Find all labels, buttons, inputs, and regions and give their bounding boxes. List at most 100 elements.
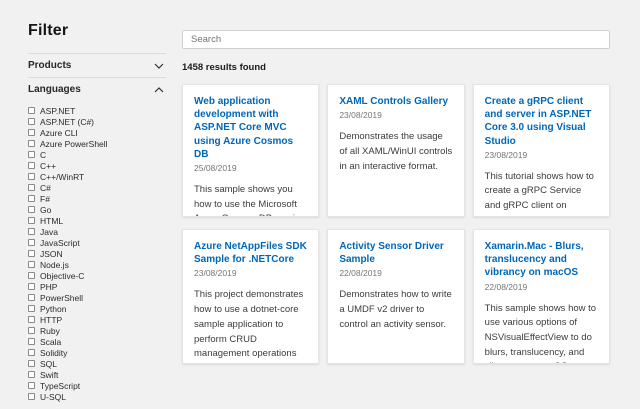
checkbox-unchecked[interactable] [28,228,35,235]
checkbox-unchecked[interactable] [28,162,35,169]
language-label: HTML [40,216,63,226]
language-filter-option[interactable]: PHP [28,281,166,292]
checkbox-unchecked[interactable] [28,206,35,213]
checkbox-unchecked[interactable] [28,173,35,180]
checkbox-unchecked[interactable] [28,140,35,147]
sample-card-date: 22/08/2019 [339,268,452,278]
sample-card-date: 22/08/2019 [485,282,598,292]
checkbox-unchecked[interactable] [28,283,35,290]
language-label: Swift [40,370,58,380]
sample-card-description: This sample shows how to use various opt… [485,302,598,364]
sample-card-description: This tutorial shows how to create a gRPC… [485,170,598,217]
language-filter-option[interactable]: HTML [28,215,166,226]
language-filter-option[interactable]: Ruby [28,325,166,336]
language-filter-option[interactable]: PowerShell [28,292,166,303]
search-input[interactable] [182,30,610,49]
sample-card-title-link[interactable]: XAML Controls Gallery [339,95,452,108]
sample-card-title-link[interactable]: Create a gRPC client and server in ASP.N… [485,95,598,148]
checkbox-unchecked[interactable] [28,360,35,367]
language-filter-option[interactable]: Node.js [28,259,166,270]
sample-card-title-link[interactable]: Web application development with ASP.NET… [194,95,307,161]
language-label: Ruby [40,326,60,336]
language-filter-option[interactable]: Swift [28,369,166,380]
checkbox-unchecked[interactable] [28,272,35,279]
language-label: Objective-C [40,271,84,281]
checkbox-unchecked[interactable] [28,349,35,356]
checkbox-unchecked[interactable] [28,261,35,268]
language-label: C++ [40,161,56,171]
chevron-down-icon[interactable] [154,63,164,69]
language-filter-option[interactable]: C# [28,182,166,193]
sample-card-description: Demonstrates how to write a UMDF v2 driv… [339,288,452,332]
language-filter-option[interactable]: Scala [28,336,166,347]
language-filter-option[interactable]: Azure PowerShell [28,138,166,149]
language-filter-option[interactable]: Solidity [28,347,166,358]
language-label: JavaScript [40,238,80,248]
language-label: C++/WinRT [40,172,84,182]
language-label: Go [40,205,51,215]
sample-card: Azure NetAppFiles SDK Sample for .NETCor… [182,229,319,364]
results-main: 1458 results found Web application devel… [182,30,610,364]
checkbox-unchecked[interactable] [28,250,35,257]
language-label: F# [40,194,50,204]
checkbox-unchecked[interactable] [28,305,35,312]
language-filter-option[interactable]: Azure CLI [28,127,166,138]
checkbox-unchecked[interactable] [28,239,35,246]
language-filter-option[interactable]: TypeScript [28,380,166,391]
language-filter-option[interactable]: F# [28,193,166,204]
sample-card-title-link[interactable]: Activity Sensor Driver Sample [339,240,452,266]
checkbox-unchecked[interactable] [28,371,35,378]
sample-card-title-link[interactable]: Azure NetAppFiles SDK Sample for .NETCor… [194,240,307,266]
sample-card-date: 23/08/2019 [339,110,452,120]
language-filter-option[interactable]: C++ [28,160,166,171]
language-label: Solidity [40,348,67,358]
checkbox-unchecked[interactable] [28,338,35,345]
language-label: TypeScript [40,381,80,391]
language-filter-option[interactable]: Java [28,226,166,237]
sample-card: XAML Controls Gallery 23/08/2019 Demonst… [327,84,464,217]
section-header-languages[interactable]: Languages [28,77,166,101]
language-filter-option[interactable]: C [28,149,166,160]
checkbox-unchecked[interactable] [28,107,35,114]
language-filter-list: ASP.NET ASP.NET (C#) Azure CLI Azure Pow… [28,101,166,402]
checkbox-unchecked[interactable] [28,195,35,202]
language-filter-option[interactable]: ASP.NET [28,105,166,116]
language-filter-option[interactable]: Objective-C [28,270,166,281]
sample-card: Web application development with ASP.NET… [182,84,319,217]
filter-title: Filter [28,22,166,40]
checkbox-unchecked[interactable] [28,151,35,158]
language-filter-option[interactable]: C++/WinRT [28,171,166,182]
checkbox-unchecked[interactable] [28,294,35,301]
section-header-products[interactable]: Products [28,53,166,77]
checkbox-unchecked[interactable] [28,184,35,191]
sample-card: Activity Sensor Driver Sample 22/08/2019… [327,229,464,364]
language-filter-option[interactable]: U-SQL [28,391,166,402]
language-filter-option[interactable]: JSON [28,248,166,259]
language-filter-option[interactable]: ASP.NET (C#) [28,116,166,127]
checkbox-unchecked[interactable] [28,129,35,136]
language-filter-option[interactable]: Python [28,303,166,314]
checkbox-unchecked[interactable] [28,316,35,323]
sample-card-title-link[interactable]: Xamarin.Mac - Blurs, translucency and vi… [485,240,598,280]
language-filter-option[interactable]: Go [28,204,166,215]
language-label: Node.js [40,260,69,270]
sample-card: Create a gRPC client and server in ASP.N… [473,84,610,217]
filter-sidebar: Filter Products Languages ASP.NET ASP.NE… [28,22,166,402]
results-count: 1458 results found [182,62,610,73]
language-filter-option[interactable]: SQL [28,358,166,369]
sample-card: Xamarin.Mac - Blurs, translucency and vi… [473,229,610,364]
language-label: ASP.NET [40,106,75,116]
chevron-up-icon[interactable] [154,87,164,93]
language-label: C [40,150,46,160]
language-filter-option[interactable]: HTTP [28,314,166,325]
language-label: U-SQL [40,392,66,402]
checkbox-unchecked[interactable] [28,327,35,334]
checkbox-unchecked[interactable] [28,393,35,400]
checkbox-unchecked[interactable] [28,382,35,389]
language-label: SQL [40,359,57,369]
checkbox-unchecked[interactable] [28,118,35,125]
sample-card-date: 23/08/2019 [485,150,598,160]
language-filter-option[interactable]: JavaScript [28,237,166,248]
language-label: C# [40,183,51,193]
checkbox-unchecked[interactable] [28,217,35,224]
